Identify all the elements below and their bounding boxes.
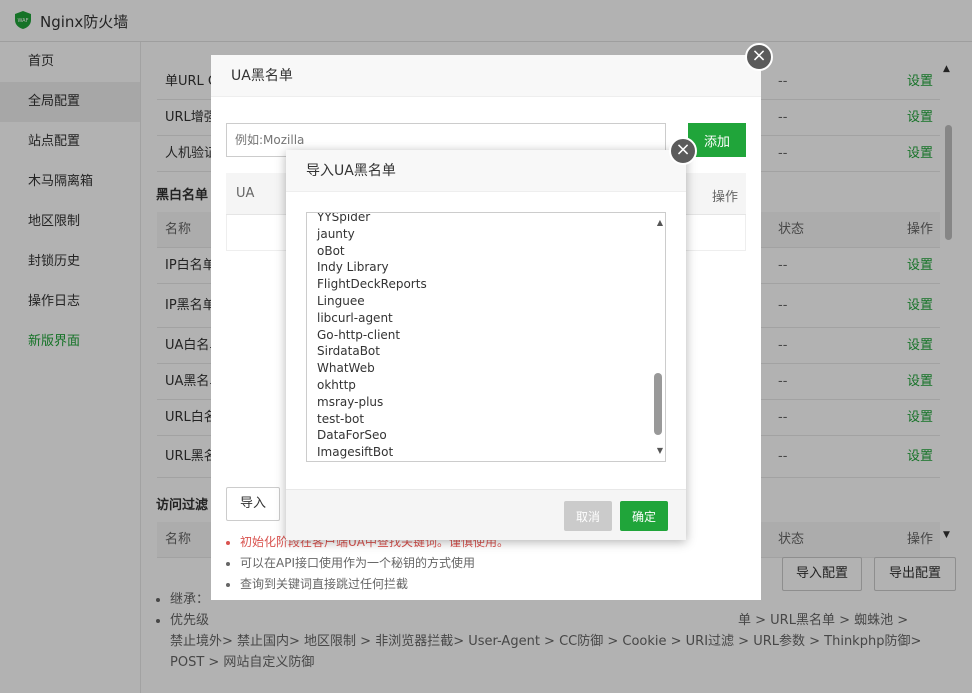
ua-import-textarea[interactable]: YYSpider jaunty oBot Indy Library Flight… bbox=[306, 212, 666, 462]
confirm-button[interactable]: 确定 bbox=[620, 501, 668, 531]
col-ua: UA bbox=[236, 186, 255, 201]
scroll-up-arrow-icon[interactable]: ▲ bbox=[657, 218, 663, 227]
col-action: 操作 bbox=[711, 190, 738, 205]
import-ua-dialog: 导入UA黑名单 YYSpider jaunty oBot Indy Librar… bbox=[286, 150, 686, 540]
cancel-button[interactable]: 取消 bbox=[564, 501, 612, 531]
ua-line: FlightDeckReports bbox=[317, 277, 427, 292]
ua-line: msray-plus bbox=[317, 394, 384, 409]
dialog-title: UA黑名单 bbox=[211, 55, 761, 97]
ua-line: SirdataBot bbox=[317, 344, 380, 359]
close-icon[interactable]: × bbox=[745, 43, 773, 71]
close-icon[interactable]: × bbox=[669, 137, 697, 165]
ua-line: oBot bbox=[317, 243, 345, 258]
import-button[interactable]: 导入 bbox=[226, 487, 280, 521]
ua-line: Go-http-client bbox=[317, 327, 401, 342]
ua-lines: YYSpider jaunty oBot Indy Library Flight… bbox=[317, 212, 427, 461]
ua-line: DataForSeo bbox=[317, 428, 387, 443]
scroll-down-arrow-icon[interactable]: ▼ bbox=[657, 446, 663, 455]
dialog-footer: 取消 确定 bbox=[286, 489, 686, 540]
ua-notes: 初始化阶段在客户端UA中查找关键词。谨慎使用。 可以在API接口使用作为一个秘钥… bbox=[226, 532, 509, 595]
ua-line: Linguee bbox=[317, 293, 365, 308]
ua-line: jaunty bbox=[317, 226, 355, 241]
textarea-scrollbar-thumb[interactable] bbox=[654, 373, 662, 435]
ua-line: okhttp bbox=[317, 377, 356, 392]
ua-line: YYSpider bbox=[317, 212, 371, 224]
ua-line: test-bot bbox=[317, 411, 365, 426]
ua-line: ImagesiftBot bbox=[317, 445, 394, 460]
note-api: 可以在API接口使用作为一个秘钥的方式使用 bbox=[240, 553, 509, 574]
ua-line: libcurl-agent bbox=[317, 310, 393, 325]
dialog-title: 导入UA黑名单 bbox=[286, 150, 686, 192]
ua-line: WhatWeb bbox=[317, 361, 375, 376]
note-skip: 查询到关键词直接跳过任何拦截 bbox=[240, 574, 509, 595]
ua-line: Indy Library bbox=[317, 260, 389, 275]
